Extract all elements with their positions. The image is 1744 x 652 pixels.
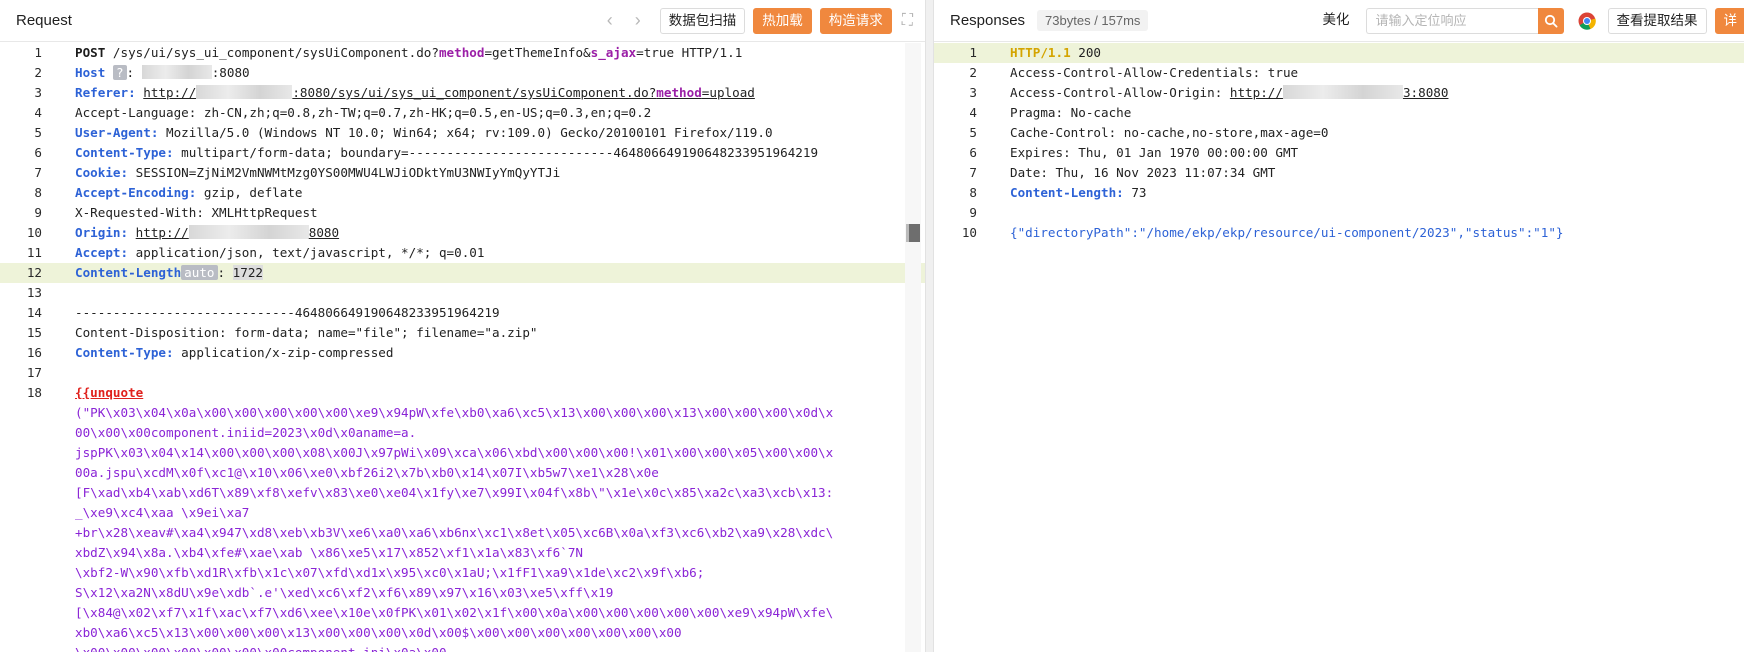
auto-badge: auto	[181, 265, 218, 280]
request-pane: Request ‹ › 数据包扫描 热加载 构造请求 ⛶ 1 POST /sys/…	[0, 0, 925, 652]
response-search-input[interactable]	[1365, 7, 1538, 34]
help-icon: ?	[112, 65, 127, 80]
pane-splitter[interactable]	[925, 0, 934, 652]
payload-line: _\xe9\xc4\xaa \x9ei\xa7	[75, 505, 250, 520]
response-body: {"directoryPath":"/home/ekp/ekp/resource…	[1010, 225, 1564, 240]
view-extract-button[interactable]: 查看提取结果	[1607, 7, 1707, 34]
beautify-button[interactable]: 美化	[1314, 7, 1358, 34]
payload-line: xb0\xa6\xc5\x13\x00\x00\x00\x13\x00\x00\…	[75, 625, 690, 640]
response-pane: Responses 73bytes / 157ms 美化 查看提取结果 详 1H…	[934, 0, 1744, 652]
payload-line: 00a.jspu\xcdM\x0f\xc1@\x10\x06\xe0\xbf26…	[75, 465, 659, 480]
redacted-origin	[188, 225, 309, 239]
search-icon[interactable]	[1537, 7, 1564, 34]
chevron-right-icon[interactable]: ›	[624, 10, 652, 31]
payload-line: [\x84@\x02\xf7\x1f\xac\xf7\xd6\xee\x10e\…	[75, 605, 834, 620]
expand-icon[interactable]: ⛶	[902, 12, 913, 30]
chrome-icon[interactable]	[1578, 12, 1596, 30]
payload-line: jspPK\x03\x04\x14\x00\x00\x00\x08\x00J\x…	[75, 445, 834, 460]
payload-line: ("PK\x03\x04\x0a\x00\x00\x00\x00\x00\xe9…	[75, 405, 834, 420]
request-editor[interactable]: 1 POST /sys/ui/sys_ui_component/sysUiComp…	[0, 43, 925, 652]
payload-line: \x00\x00\x00\x00\x00\x00\x00component.in…	[75, 643, 447, 652]
request-scrollbar[interactable]	[905, 43, 921, 652]
chevron-left-icon[interactable]: ‹	[596, 10, 624, 31]
request-line: POST /sys/ui/sys_ui_component/sysUiCompo…	[75, 45, 743, 60]
details-button[interactable]: 详	[1714, 7, 1744, 34]
payload-line: 00\x00\x00component.iniid=2023\x0d\x0ana…	[75, 425, 417, 440]
unquote-tag: {{unquote	[75, 385, 144, 400]
request-scroll-thumb[interactable]	[906, 224, 920, 242]
response-title: Responses	[950, 12, 1026, 29]
payload-line: [F\xad\xb4\xab\xd6T\x89\xf8\xefv\x83\xe0…	[75, 485, 834, 500]
response-viewer[interactable]: 1 HTTP/1.1 200 2 Access-Control-Allow-Cred…	[934, 43, 1744, 652]
redacted-origin	[1282, 85, 1403, 99]
payload-line: +br\x28\xeav#\xa4\x947\xd8\xeb\xb3V\xe6\…	[75, 525, 834, 540]
redacted-host	[141, 65, 212, 79]
redacted-ip	[196, 85, 293, 99]
response-header: Responses 73bytes / 157ms 美化 查看提取结果 详	[934, 0, 1744, 42]
packet-scan-button[interactable]: 数据包扫描	[659, 7, 746, 34]
response-search	[1365, 7, 1564, 34]
payload-line: xbdZ\x94\x8a.\xb4\xfe#\xae\xab \x86\xe5\…	[75, 545, 591, 560]
construct-request-button[interactable]: 构造请求	[819, 7, 892, 34]
payload-line: S\x12\xa2N\x8dU\x9e\xdb`.e'\xed\xc6\xf2\…	[75, 585, 614, 600]
payload-line: \xbf2-W\x90\xfb\xd1R\xfb\x1c\x07\xfd\xd1…	[75, 565, 705, 580]
response-stats: 73bytes / 157ms	[1037, 10, 1149, 31]
request-title: Request	[16, 12, 72, 29]
request-header: Request ‹ › 数据包扫描 热加载 构造请求 ⛶	[0, 0, 925, 42]
hot-load-button[interactable]: 热加载	[753, 7, 812, 34]
